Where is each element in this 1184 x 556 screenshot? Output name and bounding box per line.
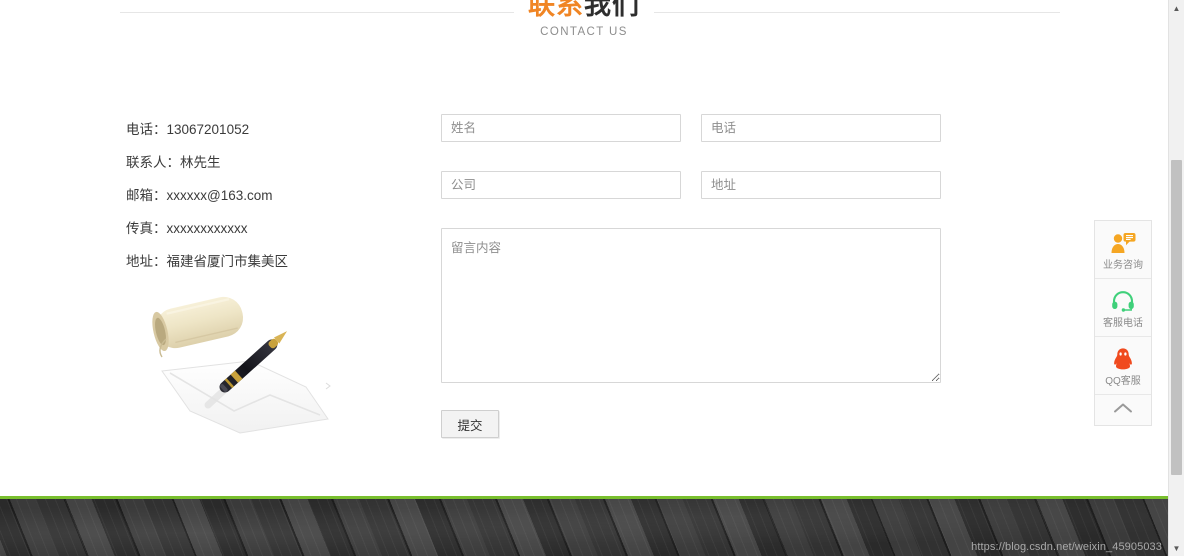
contact-info-item-fax: 传真：xxxxxxxxxxxx (126, 212, 416, 245)
watermark-text: https://blog.csdn.net/weixin_45905033 (971, 541, 1162, 553)
contact-value-email: xxxxxx@163.com (166, 188, 273, 203)
scrollbar-up-arrow-icon[interactable]: ▲ (1169, 0, 1184, 16)
address-input[interactable] (701, 171, 941, 199)
contact-label-email: 邮箱： (126, 188, 167, 203)
page-title-rest: 我们 (584, 0, 640, 20)
back-to-top-button[interactable] (1095, 395, 1151, 425)
contact-label-person: 联系人： (126, 155, 180, 170)
form-row-1 (441, 114, 941, 142)
side-label-qq-service: QQ客服 (1105, 375, 1141, 387)
scroll-and-pen-illustration (152, 296, 331, 434)
message-textarea[interactable] (441, 228, 941, 383)
contact-value-fax: xxxxxxxxxxxx (166, 221, 248, 236)
contact-info-item-email: 邮箱：xxxxxx@163.com (126, 179, 416, 212)
side-label-business-consult: 业务咨询 (1103, 259, 1143, 271)
form-row-2 (441, 171, 941, 199)
form-submit-row: 提交 (441, 410, 941, 438)
scrollbar-down-arrow-icon[interactable]: ▼ (1169, 540, 1184, 556)
browser-scrollbar[interactable]: ▲ ▼ (1168, 0, 1184, 556)
scrollbar-thumb[interactable] (1171, 160, 1182, 475)
name-input[interactable] (441, 114, 681, 142)
section-heading: 联系我们 CONTACT US (0, 0, 1168, 50)
company-input[interactable] (441, 171, 681, 199)
contact-value-address: 福建省厦门市集美区 (166, 254, 289, 269)
contact-value-person: 林先生 (180, 155, 221, 170)
person-chat-icon (1110, 228, 1136, 258)
side-item-qq-service[interactable]: QQ客服 (1095, 337, 1151, 395)
side-item-business-consult[interactable]: 业务咨询 (1095, 221, 1151, 279)
page-viewport: 联系我们 CONTACT US 电话：13067201052 联系人：林先生 邮… (0, 0, 1168, 556)
contact-label-address: 地址： (126, 254, 167, 269)
page-title-highlight: 联系 (528, 0, 584, 20)
contact-label-fax: 传真： (126, 221, 167, 236)
contact-decorative-photo (130, 283, 370, 448)
qq-penguin-icon (1111, 344, 1135, 374)
contact-info-item-person: 联系人：林先生 (126, 146, 416, 179)
page-title-wrap: 联系我们 (0, 0, 1168, 22)
contact-info-item-address: 地址：福建省厦门市集美区 (126, 245, 416, 278)
side-item-service-phone[interactable]: 客服电话 (1095, 279, 1151, 337)
contact-info-item-phone: 电话：13067201052 (126, 113, 416, 146)
contact-label-phone: 电话： (126, 122, 167, 137)
page-subtitle: CONTACT US (540, 26, 628, 38)
headset-icon (1110, 286, 1136, 316)
phone-input[interactable] (701, 114, 941, 142)
page-title: 联系我们 (514, 0, 654, 22)
site-footer: https://blog.csdn.net/weixin_45905033 (0, 496, 1168, 556)
contact-form: 提交 (441, 114, 941, 438)
side-label-service-phone: 客服电话 (1103, 317, 1143, 329)
submit-button[interactable]: 提交 (441, 410, 499, 438)
floating-service-panel: 业务咨询 客服电话 QQ客服 (1094, 220, 1152, 426)
chevron-up-icon (1113, 401, 1133, 419)
contact-value-phone: 13067201052 (166, 122, 250, 137)
contact-info-list: 电话：13067201052 联系人：林先生 邮箱：xxxxxx@163.com… (126, 113, 416, 278)
